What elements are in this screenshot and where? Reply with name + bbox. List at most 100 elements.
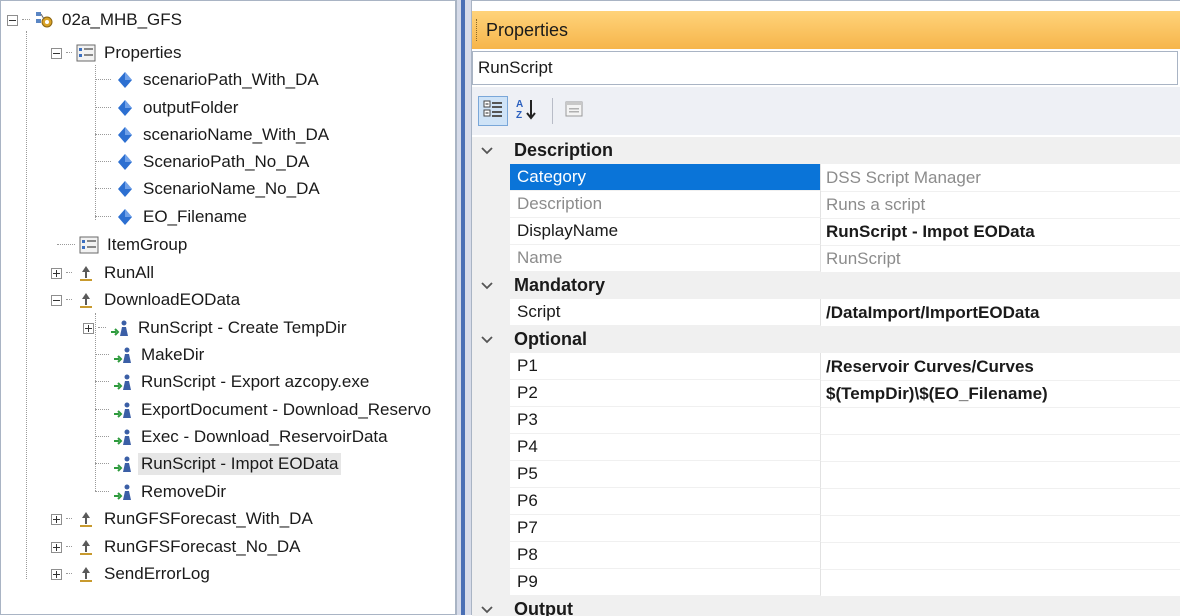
tree-property-item[interactable]: EO_Filename — [95, 204, 250, 230]
property-name[interactable]: P5 — [510, 461, 821, 488]
expand-toggle[interactable] — [51, 568, 62, 580]
collapse-toggle[interactable] — [51, 294, 62, 306]
svg-text:Z: Z — [516, 110, 522, 121]
category-output[interactable]: Output — [472, 596, 1180, 616]
property-row-name[interactable]: Name RunScript — [472, 245, 1180, 273]
property-value[interactable] — [821, 488, 1180, 516]
tree-node-export-document[interactable]: ExportDocument - Download_Reservo — [95, 397, 434, 423]
properties-panel: Properties RunScript A Z Description Cat… — [472, 0, 1180, 616]
property-name[interactable]: P6 — [510, 488, 821, 515]
tree-node-root[interactable]: 02a_MHB_GFS — [7, 7, 185, 33]
tree-node-exec-download[interactable]: Exec - Download_ReservoirData — [95, 424, 391, 450]
expand-toggle[interactable] — [51, 513, 62, 525]
property-pages-button[interactable] — [559, 96, 589, 126]
property-row-p9[interactable]: P9 — [472, 569, 1180, 597]
chevron-down-icon[interactable] — [472, 281, 502, 291]
run-step-icon — [113, 482, 133, 502]
tree-dots — [95, 134, 111, 136]
tree-node-label: Properties — [104, 43, 182, 62]
chevron-down-icon[interactable] — [472, 335, 502, 345]
tree-node-removedir[interactable]: RemoveDir — [95, 479, 229, 505]
tree-property-item[interactable]: scenarioName_With_DA — [95, 122, 332, 148]
category-description[interactable]: Description — [472, 137, 1180, 164]
property-name[interactable]: P7 — [510, 515, 821, 542]
tree-property-item[interactable]: outputFolder — [95, 95, 241, 121]
property-value[interactable]: Runs a script — [821, 191, 1180, 219]
property-diamond-icon — [115, 70, 135, 90]
property-row-p2[interactable]: P2 $(TempDir)\$(EO_Filename) — [472, 380, 1180, 408]
tree-node-runall[interactable]: RunAll — [51, 260, 157, 286]
category-optional[interactable]: Optional — [472, 326, 1180, 353]
category-mandatory[interactable]: Mandatory — [472, 272, 1180, 299]
property-value[interactable]: RunScript - Impot EOData — [821, 218, 1180, 246]
tree-property-item[interactable]: ScenarioPath_No_DA — [95, 149, 312, 175]
tree-dots — [66, 272, 72, 274]
property-value[interactable]: /Reservoir Curves/Curves — [821, 353, 1180, 381]
collapse-toggle[interactable] — [51, 47, 62, 59]
property-name[interactable]: P4 — [510, 434, 821, 461]
tree-node-rungfs-no-da[interactable]: RunGFSForecast_No_DA — [51, 534, 304, 560]
property-value[interactable] — [821, 407, 1180, 435]
tree-node-create-tempdir[interactable]: RunScript - Create TempDir — [83, 315, 349, 341]
tree-node-label: RunScript - Create TempDir — [138, 318, 347, 337]
property-row-displayname[interactable]: DisplayName RunScript - Impot EOData — [472, 218, 1180, 246]
property-name[interactable]: Description — [510, 191, 821, 218]
tree-node-impot-eodata[interactable]: RunScript - Impot EOData — [95, 451, 342, 477]
property-row-script[interactable]: Script /DataImport/ImportEOData — [472, 299, 1180, 327]
property-name[interactable]: DisplayName — [510, 218, 821, 245]
property-value[interactable]: $(TempDir)\$(EO_Filename) — [821, 380, 1180, 408]
tree-node-itemgroup[interactable]: ItemGroup — [57, 232, 190, 258]
expand-toggle[interactable] — [51, 267, 62, 279]
tree-property-item[interactable]: ScenarioName_No_DA — [95, 176, 323, 202]
property-row-category[interactable]: Category DSS Script Manager — [472, 164, 1180, 192]
property-value[interactable]: /DataImport/ImportEOData — [821, 299, 1180, 327]
property-value[interactable] — [821, 461, 1180, 489]
expand-toggle[interactable] — [83, 322, 94, 334]
tree-dots — [66, 518, 72, 520]
tree-node-senderrorlog[interactable]: SendErrorLog — [51, 561, 213, 587]
alphabetical-button[interactable]: A Z — [512, 96, 542, 126]
expand-toggle[interactable] — [51, 541, 62, 553]
row-margin — [472, 191, 510, 218]
toolbar-separator — [552, 98, 553, 124]
property-row-p6[interactable]: P6 — [472, 488, 1180, 516]
object-selector[interactable]: RunScript — [472, 51, 1178, 85]
categorized-button[interactable] — [478, 96, 508, 126]
property-name[interactable]: P2 — [510, 380, 821, 407]
property-row-p8[interactable]: P8 — [472, 542, 1180, 570]
tree-dots — [66, 299, 72, 301]
property-row-p7[interactable]: P7 — [472, 515, 1180, 543]
property-value[interactable]: RunScript — [821, 245, 1180, 273]
property-value[interactable] — [821, 542, 1180, 570]
tree-node-download-eo[interactable]: DownloadEOData — [51, 287, 243, 313]
chevron-down-icon[interactable] — [472, 605, 502, 615]
property-name[interactable]: Category — [510, 164, 821, 191]
collapse-toggle[interactable] — [7, 14, 18, 26]
category-label: Mandatory — [514, 275, 606, 295]
category-label: Description — [514, 140, 614, 160]
property-name[interactable]: Name — [510, 245, 821, 272]
property-value[interactable] — [821, 515, 1180, 543]
property-name[interactable]: P3 — [510, 407, 821, 434]
property-row-p3[interactable]: P3 — [472, 407, 1180, 435]
tree-node-makedir[interactable]: MakeDir — [95, 342, 207, 368]
property-row-p4[interactable]: P4 — [472, 434, 1180, 462]
property-name[interactable]: P8 — [510, 542, 821, 569]
tree-node-label: Exec - Download_ReservoirData — [141, 427, 388, 446]
chevron-down-icon[interactable] — [472, 146, 502, 156]
tree-node-rungfs-with-da[interactable]: RunGFSForecast_With_DA — [51, 506, 316, 532]
property-name[interactable]: Script — [510, 299, 821, 326]
property-value[interactable] — [821, 569, 1180, 597]
property-value[interactable]: DSS Script Manager — [821, 164, 1180, 192]
property-value[interactable] — [821, 434, 1180, 462]
property-name[interactable]: P9 — [510, 569, 821, 596]
property-row-p5[interactable]: P5 — [472, 461, 1180, 489]
panel-splitter[interactable] — [456, 0, 472, 615]
property-name[interactable]: P1 — [510, 353, 821, 380]
panel-grip[interactable] — [476, 19, 480, 41]
tree-node-export-azcopy[interactable]: RunScript - Export azcopy.exe — [95, 369, 372, 395]
tree-node-properties[interactable]: Properties — [51, 40, 184, 66]
property-row-p1[interactable]: P1 /Reservoir Curves/Curves — [472, 353, 1180, 381]
property-row-description[interactable]: Description Runs a script — [472, 191, 1180, 219]
tree-property-item[interactable]: scenarioPath_With_DA — [95, 67, 322, 93]
